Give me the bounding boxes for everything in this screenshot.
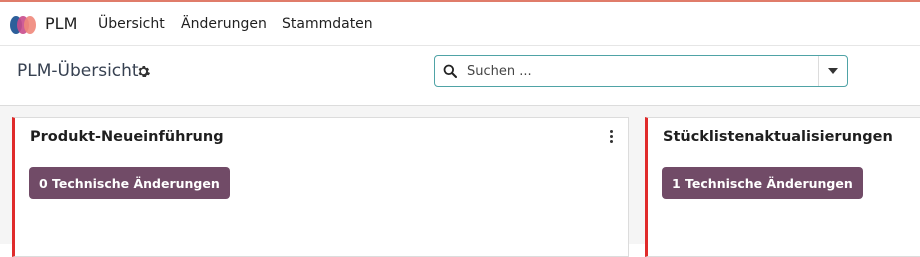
control-panel: PLM-Übersicht: [0, 46, 920, 106]
page-title: PLM-Übersicht: [17, 61, 139, 81]
vertical-dots-icon[interactable]: [610, 130, 614, 144]
menu-master-data[interactable]: Stammdaten: [282, 16, 373, 32]
eco-count-button[interactable]: 1 Technische Änderungen: [662, 167, 863, 199]
caret-down-icon: [828, 68, 838, 74]
search-box: [434, 55, 848, 87]
kanban-view: Produkt-Neueinführung 0 Technische Änder…: [0, 106, 920, 257]
plm-logo-icon[interactable]: [9, 15, 37, 35]
kanban-card-new-product: Produkt-Neueinführung 0 Technische Änder…: [12, 117, 629, 257]
card-title[interactable]: Produkt-Neueinführung: [30, 129, 224, 145]
top-navbar: PLM Übersicht Änderungen Stammdaten: [0, 0, 920, 46]
search-options-toggle[interactable]: [818, 56, 847, 86]
eco-count-button[interactable]: 0 Technische Änderungen: [29, 167, 230, 199]
search-icon: [443, 64, 457, 78]
app-name[interactable]: PLM: [45, 14, 77, 33]
gear-icon[interactable]: [137, 65, 150, 78]
menu-overview[interactable]: Übersicht: [98, 16, 165, 32]
kanban-card-bom-updates: Stücklistenaktualisierungen 1 Technische…: [645, 117, 920, 257]
search-input[interactable]: [467, 60, 807, 82]
menu-changes[interactable]: Änderungen: [181, 16, 267, 32]
card-title[interactable]: Stücklistenaktualisierungen: [663, 129, 893, 145]
